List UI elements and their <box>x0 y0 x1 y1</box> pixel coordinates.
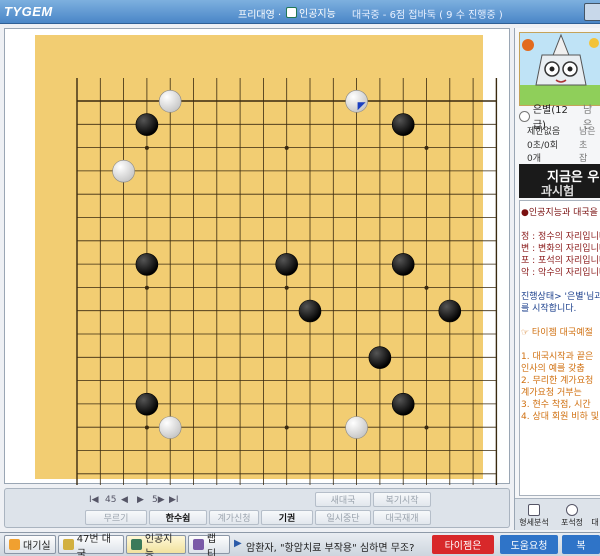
tab-lobby[interactable]: 대기실 <box>4 535 56 554</box>
time-limit-right: 남은 <box>579 127 596 137</box>
black-stone <box>391 392 415 416</box>
captures: 0개 <box>527 154 542 164</box>
nav-next-button[interactable]: ▶ <box>137 495 144 505</box>
window-title-player: 프리대영 · <box>238 10 282 21</box>
tab-other[interactable]: 랩티 <box>188 534 230 556</box>
star-point <box>144 425 149 430</box>
joseki-button[interactable]: 포석정 <box>553 501 591 528</box>
app-logo: TYGEM <box>4 4 53 19</box>
star-point <box>284 145 289 150</box>
resign-button[interactable]: 기권 <box>261 510 313 525</box>
analysis-button[interactable]: 형세분석 <box>515 501 553 528</box>
chat-line: ☞ 타이젬 대국예절 <box>521 328 593 338</box>
help-request-button[interactable]: 도움요청 <box>500 535 558 554</box>
undo-button[interactable]: 무르기 <box>85 510 147 525</box>
black-stone <box>135 392 159 416</box>
tab-other-label: 랩티 <box>206 533 217 556</box>
title-bar: TYGEM 프리대영 · 인공지능 대국중 - 6점 접바둑 ( 9 수 진행중… <box>0 0 600 24</box>
ai-icon <box>131 539 142 550</box>
star-point <box>284 425 289 430</box>
opponent-name: 인공지능 <box>299 9 336 20</box>
black-stone <box>135 113 159 136</box>
avatar-illustration <box>520 33 600 105</box>
white-stone <box>158 416 182 439</box>
captures-right: 잡 <box>579 154 588 164</box>
window-title-opponent: 인공지능 <box>286 5 336 20</box>
black-stone <box>135 253 159 276</box>
star-point <box>284 285 289 290</box>
side-more-label: 대 <box>591 518 599 527</box>
white-stone <box>345 416 368 439</box>
review-start-button[interactable]: 복기시작 <box>373 492 431 507</box>
nav-prev-button[interactable]: ◀ <box>121 495 128 505</box>
nav-move-number[interactable]: 45 <box>105 495 116 505</box>
chat-line: 악 : 악수의 자리입니다 <box>521 268 600 278</box>
side-toolbar: 형세분석 포석정 대 <box>515 498 600 530</box>
star-point <box>144 285 149 290</box>
byoyomi-right: 초 <box>579 141 588 151</box>
ai-icon <box>286 7 297 18</box>
promo-banner[interactable]: 지금은 우 과시험 <box>519 164 600 198</box>
tygem-button[interactable]: 타이젬은 <box>432 535 494 554</box>
black-stone <box>391 253 415 276</box>
player-side-panel: 은별(12급) 남은 제한없음 남은 0초/0회 초 0개 잡 지금은 우 과시… <box>514 28 600 530</box>
black-stone <box>298 299 322 323</box>
nav-first-button[interactable]: I◀ <box>89 495 99 505</box>
count-request-button[interactable]: 계가신청 <box>209 510 259 525</box>
window-control-button[interactable] <box>584 3 600 21</box>
white-stone <box>112 159 135 183</box>
white-stone <box>345 90 368 113</box>
black-stone <box>368 346 392 369</box>
analysis-label: 형세분석 <box>519 518 549 527</box>
black-stone <box>275 253 299 276</box>
byoyomi: 0초/0회 <box>527 141 559 151</box>
game-icon <box>63 539 74 550</box>
banner-line-2: 과시험 <box>541 184 575 198</box>
black-stone <box>438 299 462 323</box>
black-stone <box>391 113 415 136</box>
chat-line: 4. 상대 회원 비하 및 <box>521 412 599 422</box>
board-panel <box>4 28 511 485</box>
window-icon <box>193 539 204 550</box>
star-point <box>424 145 429 150</box>
player-avatar <box>519 32 600 106</box>
pass-button[interactable]: 한수쉼 <box>149 510 207 525</box>
pause-button[interactable]: 일시중단 <box>315 510 371 525</box>
nav-last-button[interactable]: ▶I <box>169 495 179 505</box>
joseki-icon <box>566 504 578 516</box>
home-icon <box>9 539 20 550</box>
game-end-button[interactable]: 대국재개 <box>373 510 431 525</box>
star-point <box>424 425 429 430</box>
white-stone-icon <box>519 110 530 122</box>
joseki-label: 포석정 <box>560 518 584 527</box>
game-status-text: 대국중 - 6점 접바둑 ( 9 수 진행중 ) <box>352 10 503 21</box>
tab-ai[interactable]: 인공지능 <box>126 534 186 556</box>
chat-line: ●인공지능과 대국을 <box>521 208 598 218</box>
go-board[interactable] <box>5 29 511 485</box>
tab-ai-label: 인공지능 <box>144 533 173 556</box>
nav-next10-button[interactable]: 5▶ <box>152 495 165 505</box>
star-point <box>144 145 149 150</box>
white-stone <box>158 90 182 113</box>
game-controls: I◀ 45 ◀ ▶ 5▶ ▶I 새대국 복기시작 무르기 한수쉼 계가신청 기권… <box>4 488 510 528</box>
side-more-button[interactable]: 대 <box>589 501 600 528</box>
new-game-button[interactable]: 새대국 <box>315 492 371 507</box>
player-info: 은별(12급) 남은 <box>519 105 600 131</box>
star-point <box>424 285 429 290</box>
chat-log[interactable]: ●인공지능과 대국을 정 : 정수의 자리입니다 변 : 변화의 자리입니다 포 : … <box>519 200 600 496</box>
chat-line: 를 시작합니다. <box>521 304 577 314</box>
news-ticker[interactable]: 암환자, "항암치료 부작용" 심하면 무조? <box>246 539 414 554</box>
taskbar-extra-button[interactable]: 복 <box>562 535 600 554</box>
time-limit: 제한없음 <box>527 127 561 137</box>
ticker-arrow-icon: ▶ <box>234 538 242 549</box>
analysis-icon <box>528 504 540 516</box>
taskbar: 대기실 47번 대국 인공지능 랩티 ▶ 암환자, "항암치료 부작용" 심하면… <box>0 532 600 556</box>
tab-lobby-label: 대기실 <box>23 541 51 552</box>
tab-game-label: 47번 대국 <box>76 533 111 556</box>
tab-game-47[interactable]: 47번 대국 <box>58 534 124 556</box>
